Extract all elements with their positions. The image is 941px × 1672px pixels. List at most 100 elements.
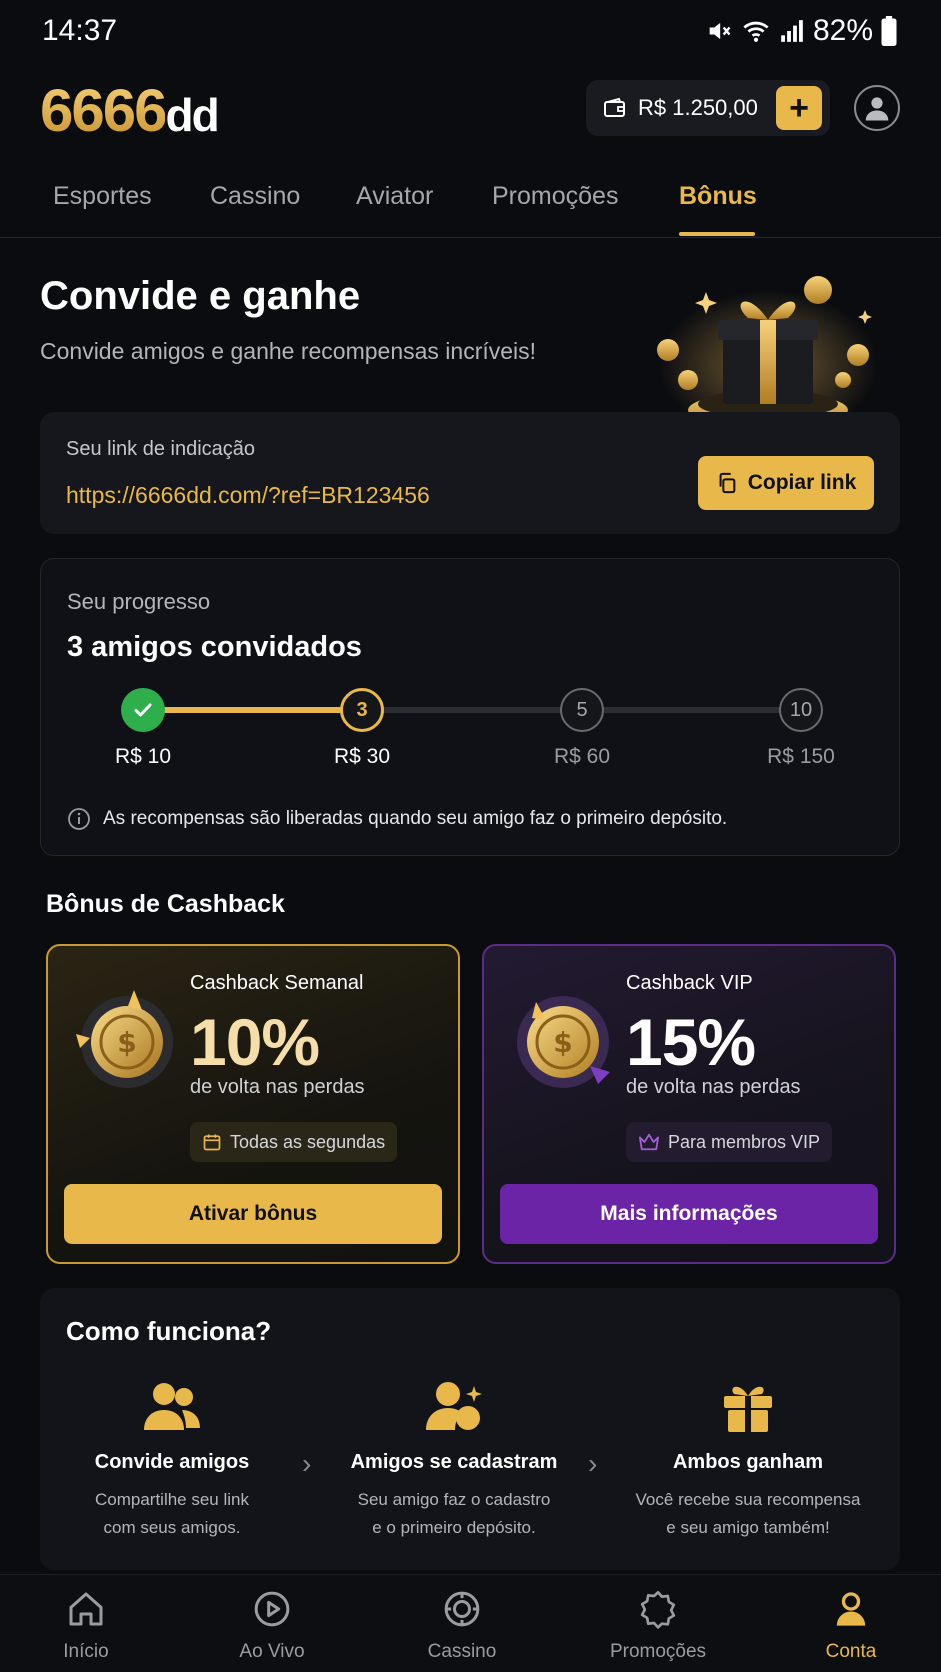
active-tab-indicator <box>679 232 755 236</box>
svg-text:$: $ <box>553 1026 572 1059</box>
gold-coin-icon: $ <box>76 990 173 1088</box>
how-step-reward-title: Ambos ganham <box>672 1451 824 1473</box>
how-step-signup: Amigos se cadastram Seu amigo faz o cada… <box>324 1380 584 1542</box>
status-bar: 14:37 82% <box>0 0 941 64</box>
battery-percent: 82% <box>812 14 873 47</box>
bottom-nav-conta-label: Conta <box>825 1641 877 1662</box>
wallet-amount: R$ 1.250,00 <box>638 95 758 120</box>
check-icon <box>134 703 152 717</box>
tab-promocoes[interactable]: Promoções <box>492 182 618 211</box>
progress-info-text: As recompensas são liberadas quando seu … <box>103 808 728 829</box>
status-icons: 82% <box>705 14 897 48</box>
cashback-vip-members: Para membros VIP <box>668 1131 821 1152</box>
brand-logo[interactable]: 6666dd <box>40 76 220 145</box>
logo-number: 6666 <box>40 77 167 144</box>
page-subtitle: Convide amigos e ganhe recompensas incrí… <box>40 338 537 364</box>
user-icon <box>865 97 889 121</box>
bottom-nav-promocoes-label: Promoções <box>609 1641 707 1662</box>
referral-link-card: Seu link de indicação https://6666dd.com… <box>40 412 900 534</box>
users-icon <box>144 1383 200 1430</box>
how-step-invite-desc-2: com seus amigos. <box>103 1518 241 1537</box>
tab-bonus[interactable]: Bônus <box>679 182 757 211</box>
how-step-signup-desc-2: e o primeiro depósito. <box>372 1518 536 1537</box>
step-reward-1: R$ 10 <box>114 745 172 768</box>
wallet-icon <box>604 97 625 117</box>
progress-title: 3 amigos convidados <box>67 631 362 663</box>
cashback-vip-desc: de volta nas perdas <box>626 1076 801 1098</box>
bottom-nav-conta[interactable]: Conta <box>781 1589 921 1663</box>
cashback-weekly-schedule-chip: Todas as segundas <box>190 1122 398 1162</box>
copy-link-button[interactable]: Copiar link <box>698 456 874 510</box>
more-info-button[interactable]: Mais informações <box>500 1184 878 1244</box>
step-node-1-done <box>121 688 165 732</box>
logo-suffix: dd <box>165 89 219 141</box>
copy-link-label: Copiar link <box>747 471 857 494</box>
user-add-icon <box>426 1382 482 1430</box>
progress-info-note: As recompensas são liberadas quando seu … <box>67 807 727 831</box>
how-step-reward-desc-2: e seu amigo também! <box>666 1518 830 1537</box>
bottom-nav-inicio-label: Início <box>63 1641 109 1662</box>
how-step-invite: Convide amigos Compartilhe seu link com … <box>42 1380 302 1542</box>
progress-card: Seu progresso 3 amigos convidados 3 5 10… <box>40 558 900 856</box>
bottom-nav-cassino[interactable]: Cassino <box>392 1589 532 1663</box>
bottom-nav-ao-vivo-label: Ao Vivo <box>239 1641 305 1662</box>
step-reward-3: R$ 30 <box>333 745 391 768</box>
casino-chip-icon <box>444 1591 480 1627</box>
status-time: 14:37 <box>42 14 118 47</box>
how-step-reward: Ambos ganham Você recebe sua recompensa … <box>618 1380 878 1542</box>
tab-esportes[interactable]: Esportes <box>53 182 152 211</box>
tab-aviator[interactable]: Aviator <box>356 182 433 211</box>
vip-coin-icon: $ <box>517 996 610 1088</box>
promo-badge-icon <box>640 1591 676 1629</box>
chevron-right-icon: › <box>588 1448 598 1479</box>
cashback-weekly-card: $ Cashback Semanal 10% de volta nas perd… <box>46 944 460 1264</box>
deposit-button[interactable]: + <box>776 86 822 130</box>
battery-icon <box>881 16 897 46</box>
referral-link-value[interactable]: https://6666dd.com/?ref=BR123456 <box>66 482 430 509</box>
cashback-vip-percent: 15% <box>626 1005 756 1079</box>
wifi-icon <box>743 21 769 42</box>
cashback-weekly-desc: de volta nas perdas <box>190 1076 365 1098</box>
home-icon <box>69 1592 103 1626</box>
main-nav: Esportes Cassino Aviator Promoções Bônus <box>0 168 941 238</box>
step-reward-10: R$ 150 <box>767 745 835 768</box>
referral-link-label: Seu link de indicação <box>66 438 256 460</box>
cashback-vip-members-chip: Para membros VIP <box>626 1122 833 1162</box>
progress-track <box>143 707 793 713</box>
bottom-nav-cassino-label: Cassino <box>427 1641 497 1662</box>
activate-bonus-button[interactable]: Ativar bônus <box>64 1184 442 1244</box>
gift-icon <box>724 1386 772 1432</box>
cashback-weekly-name: Cashback Semanal <box>190 972 364 994</box>
tab-cassino[interactable]: Cassino <box>210 182 300 211</box>
live-icon <box>254 1591 290 1627</box>
cashback-vip-name: Cashback VIP <box>626 972 753 994</box>
bottom-nav-ao-vivo[interactable]: Ao Vivo <box>202 1589 342 1663</box>
how-step-signup-desc-1: Seu amigo faz o cadastro <box>357 1490 551 1509</box>
cashback-weekly-percent: 10% <box>190 1005 320 1079</box>
signal-icon <box>781 20 803 42</box>
step-node-10: 10 <box>779 688 823 732</box>
bottom-nav-inicio[interactable]: Início <box>16 1589 156 1663</box>
how-step-invite-title: Convide amigos <box>94 1451 250 1473</box>
chevron-right-icon: › <box>302 1448 312 1479</box>
profile-avatar-button[interactable] <box>854 85 900 131</box>
cashback-vip-card: $ Cashback VIP 15% de volta nas perdas P… <box>482 944 896 1264</box>
crown-icon <box>639 1133 659 1151</box>
how-step-reward-desc-1: Você recebe sua recompensa <box>635 1490 861 1509</box>
copy-icon <box>719 472 736 494</box>
mute-icon <box>709 22 731 40</box>
bottom-nav: Início Ao Vivo Cassino Promoções Conta <box>0 1574 941 1672</box>
how-it-works-card: Como funciona? Convide amigos Compartilh… <box>40 1288 900 1570</box>
how-step-signup-title: Amigos se cadastram <box>350 1451 558 1473</box>
step-node-3-current: 3 <box>340 688 384 732</box>
step-node-5: 5 <box>560 688 604 732</box>
progress-label: Seu progresso <box>67 589 211 614</box>
step-reward-5: R$ 60 <box>553 745 611 768</box>
wallet-balance[interactable]: R$ 1.250,00 + <box>586 80 830 136</box>
bottom-nav-promocoes[interactable]: Promoções <box>588 1589 728 1663</box>
how-it-works-title: Como funciona? <box>66 1316 272 1346</box>
info-icon <box>68 808 90 830</box>
cashback-section-title: Bônus de Cashback <box>46 890 285 918</box>
user-icon <box>836 1592 866 1626</box>
calendar-icon <box>203 1134 221 1151</box>
